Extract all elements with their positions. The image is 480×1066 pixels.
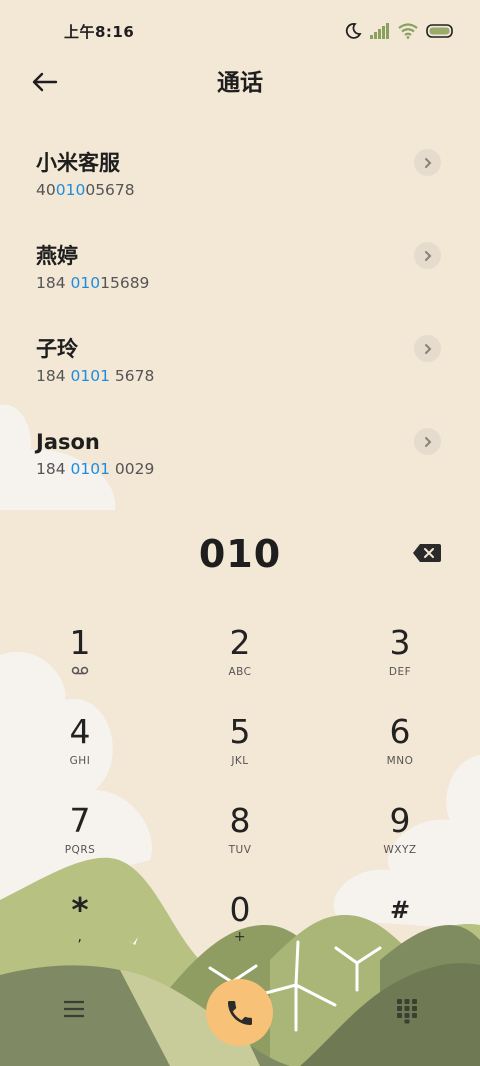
signal-icon: [370, 22, 389, 39]
page-title: 通话: [217, 70, 263, 96]
key-9[interactable]: 9 WXYZ: [345, 801, 455, 881]
contact-number: 184 0101 0029: [36, 460, 155, 478]
key-star[interactable]: *,: [25, 890, 135, 970]
contact-item[interactable]: Jason 184 0101 0029: [0, 427, 480, 517]
key-1[interactable]: 1: [25, 623, 135, 703]
voicemail-icon: [71, 666, 89, 675]
menu-icon[interactable]: [62, 998, 86, 1020]
key-3[interactable]: 3 DEF: [345, 623, 455, 703]
status-icons: [345, 22, 454, 39]
contact-name: 燕婷: [36, 244, 78, 268]
key-2[interactable]: 2 ABC: [185, 623, 295, 703]
moon-icon: [345, 23, 362, 39]
key-7[interactable]: 7 PQRS: [25, 801, 135, 881]
contact-number: 4001005678: [36, 181, 135, 199]
chevron-right-icon[interactable]: [414, 335, 441, 362]
contact-item[interactable]: 子玲 184 0101 5678: [0, 334, 480, 424]
chevron-right-icon[interactable]: [414, 149, 441, 176]
call-button[interactable]: [206, 979, 273, 1046]
contact-number: 184 0101 5678: [36, 367, 155, 385]
dialed-number: 010: [198, 532, 282, 576]
key-0[interactable]: 0 +: [185, 890, 295, 970]
contact-name: Jason: [36, 430, 100, 454]
battery-icon: [426, 23, 453, 38]
contact-number: 184 01015689: [36, 274, 150, 292]
contact-name: 小米客服: [36, 151, 120, 175]
phone-icon: [227, 1000, 252, 1025]
key-6[interactable]: 6 MNO: [345, 712, 455, 792]
contact-item[interactable]: 燕婷 184 01015689: [0, 241, 480, 331]
backspace-icon[interactable]: [412, 543, 442, 563]
dialpad-icon[interactable]: [395, 998, 419, 1024]
key-5[interactable]: 5 JKL: [185, 712, 295, 792]
key-8[interactable]: 8 TUV: [185, 801, 295, 881]
chevron-right-icon[interactable]: [414, 242, 441, 269]
contact-name: 子玲: [36, 337, 78, 361]
key-hash[interactable]: #: [345, 890, 455, 970]
wifi-icon: [398, 22, 418, 39]
contact-item[interactable]: 小米客服 4001005678: [0, 148, 480, 238]
chevron-right-icon[interactable]: [414, 428, 441, 455]
key-4[interactable]: 4 GHI: [25, 712, 135, 792]
status-bar: 上午8:16: [0, 0, 480, 62]
status-time: 上午8:16: [64, 23, 135, 41]
